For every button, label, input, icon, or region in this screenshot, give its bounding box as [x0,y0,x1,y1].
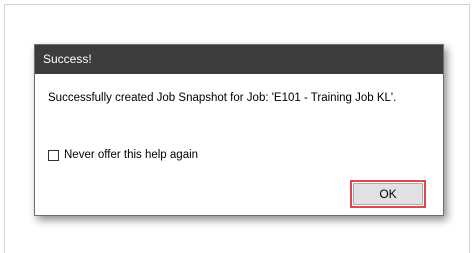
dialog-title: Success! [43,52,92,66]
ok-button[interactable]: OK [353,183,423,205]
never-offer-help-checkbox[interactable] [48,149,59,161]
never-offer-help-label[interactable]: Never offer this help again [64,149,198,161]
never-offer-help-row[interactable]: Never offer this help again [48,149,198,161]
dialog-title-bar: Success! [35,45,443,74]
dialog-message: Successfully created Job Snapshot for Jo… [48,92,397,104]
success-dialog: Success! Successfully created Job Snapsh… [34,44,444,216]
